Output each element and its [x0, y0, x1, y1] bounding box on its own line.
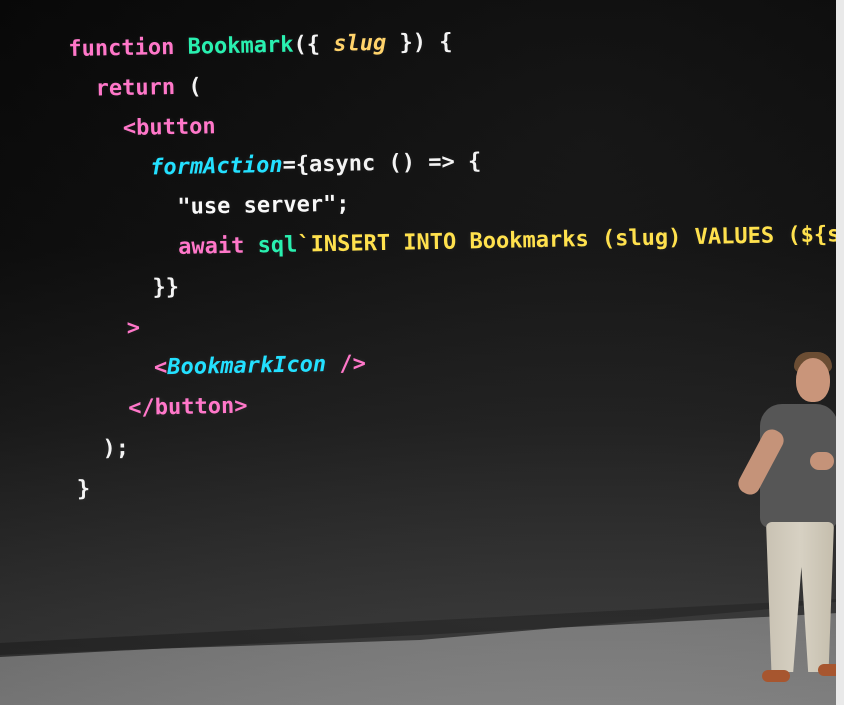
presenter-figure [734, 352, 844, 705]
presenter-shoe-left [762, 670, 790, 682]
punctuation: } [76, 476, 91, 502]
keyword-return: return [95, 74, 176, 102]
keyword-await: await [177, 233, 245, 260]
stage-photo: function Bookmark({ slug }) { return ( <… [0, 0, 844, 705]
sql-template-string: `INSERT INTO Bookmarks (slug) VALUES (${… [297, 220, 844, 258]
tag-self-close: /> [325, 351, 367, 378]
component-bookmarkicon: BookmarkIcon [166, 352, 327, 381]
punctuation: }} [152, 274, 180, 301]
punctuation: }) { [385, 29, 453, 56]
attribute-formaction: formAction [149, 152, 283, 181]
tag-button-open: <button [122, 114, 216, 141]
punctuation: ={async () => { [282, 149, 482, 178]
code-slide: function Bookmark({ slug }) { return ( <… [68, 16, 844, 510]
punctuation: ); [102, 435, 130, 462]
parameter-slug: slug [333, 30, 387, 57]
punctuation: ({ [293, 31, 334, 58]
function-sql: sql [244, 232, 298, 259]
presenter-head [796, 358, 830, 402]
punctuation: ( [174, 74, 202, 100]
presenter-pants [766, 522, 834, 672]
string-use-server: "use server"; [177, 191, 350, 220]
keyword-function: function [68, 34, 175, 62]
function-name: Bookmark [187, 32, 294, 60]
tag-open-bracket: < [153, 355, 168, 381]
tag-button-close: </button> [128, 393, 248, 421]
right-edge-strip [836, 0, 844, 705]
tag-close-bracket: > [126, 315, 141, 341]
presenter-hand [810, 452, 834, 470]
